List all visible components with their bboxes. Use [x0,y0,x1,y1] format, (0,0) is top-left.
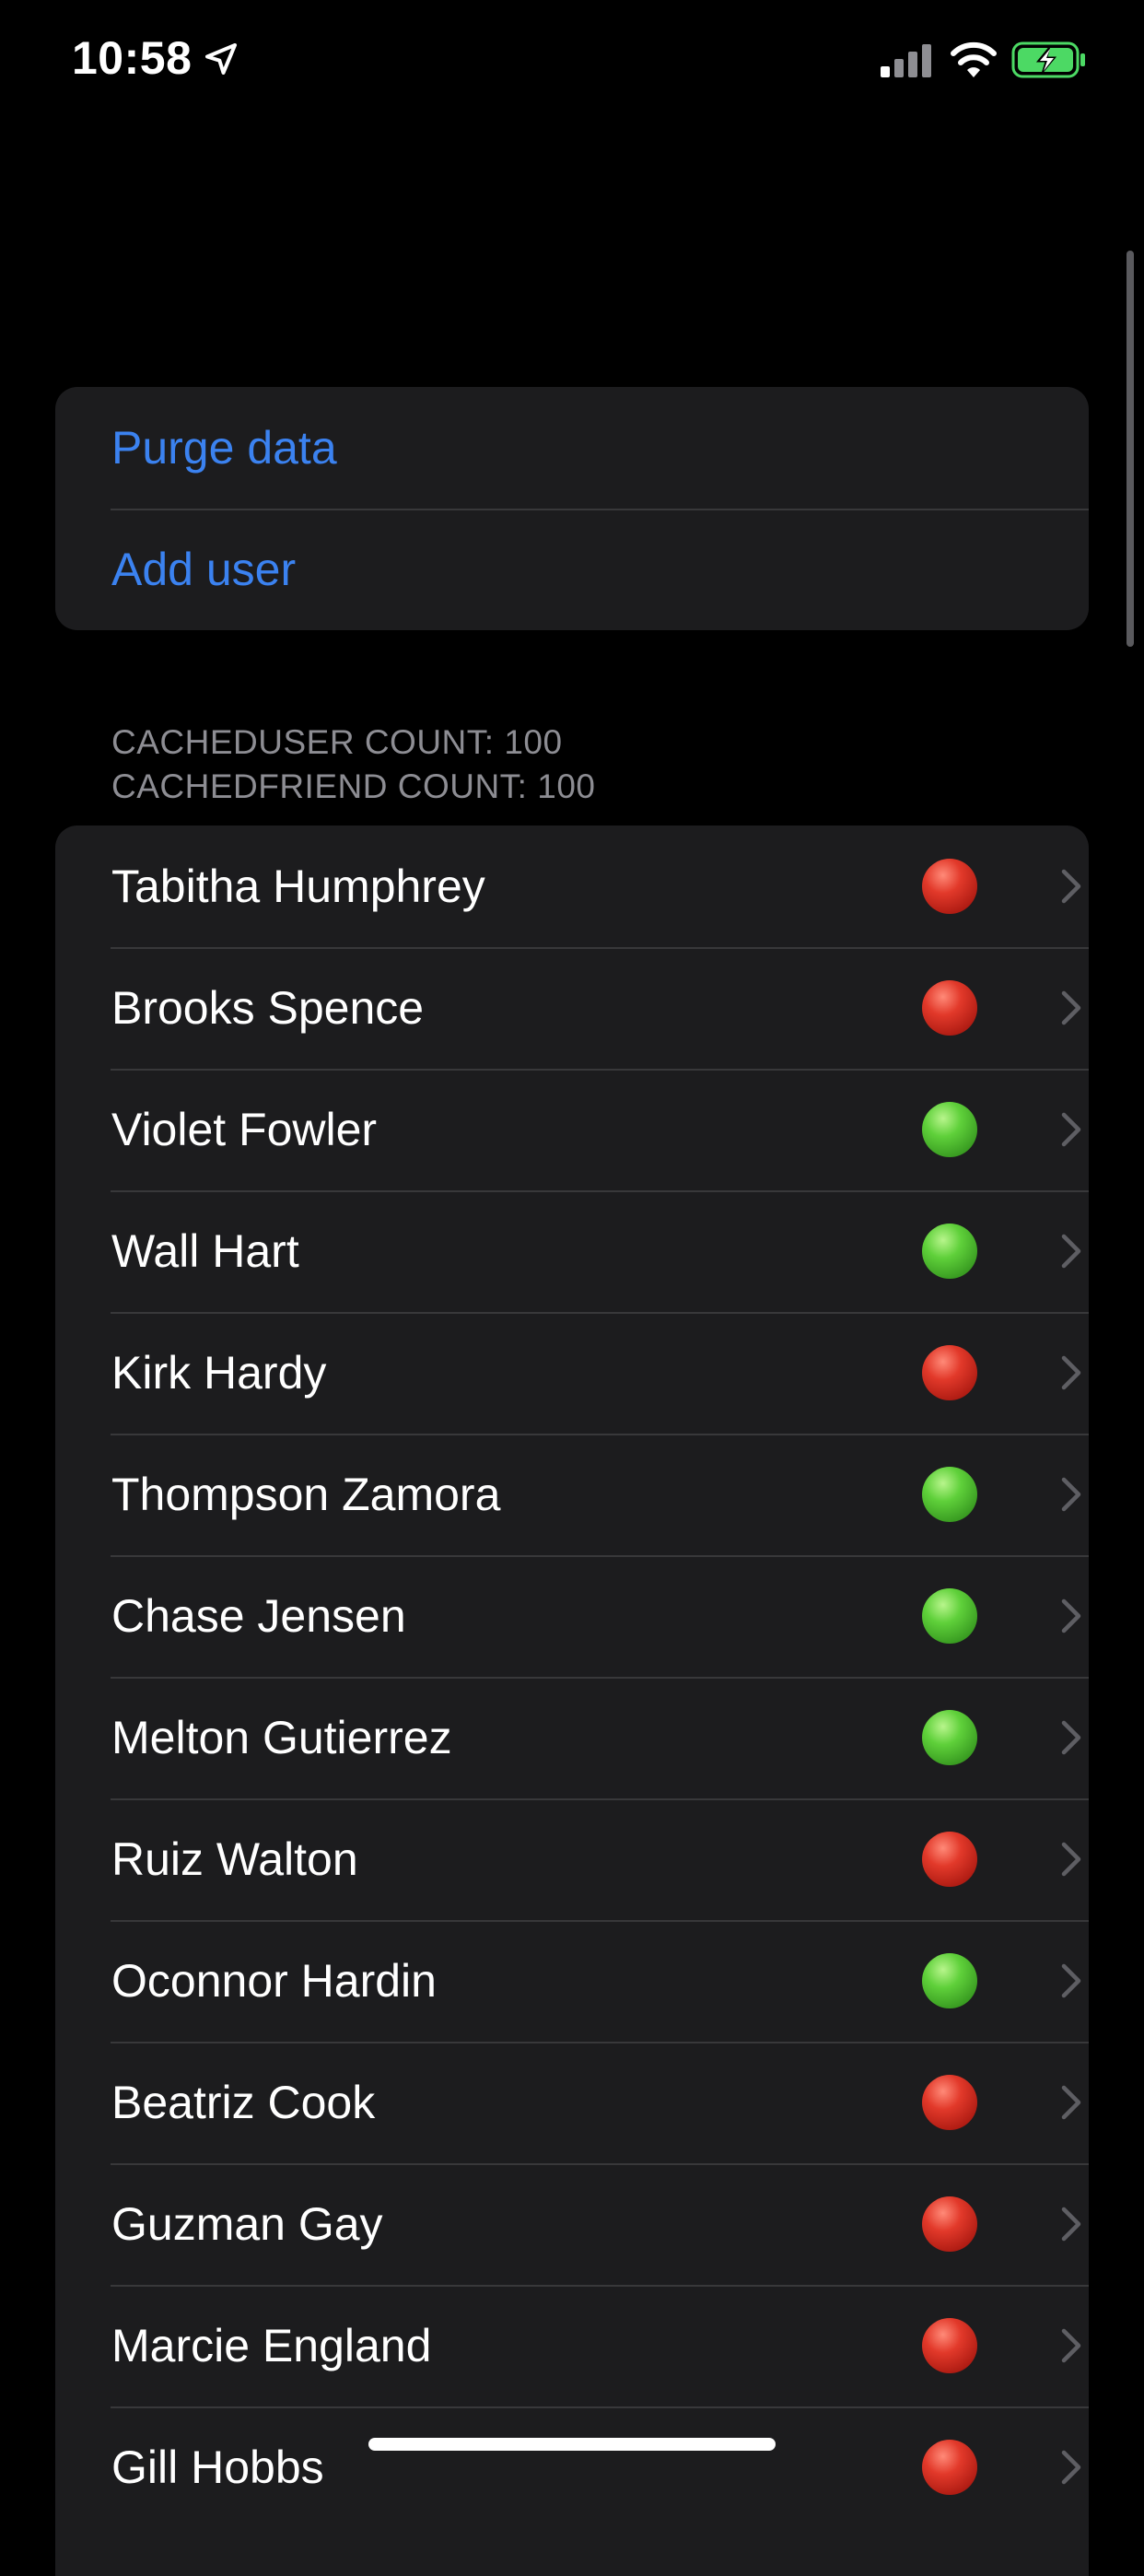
purge-data-label: Purge data [111,422,337,474]
chevron-right-icon [1061,1598,1081,1633]
purge-data-button[interactable]: Purge data [55,387,1089,509]
user-row[interactable]: Marcie England [55,2285,1089,2406]
user-name: Melton Gutierrez [111,1712,452,1763]
cacheduser-count: CACHEDUSER COUNT: 100 [111,723,563,761]
user-row[interactable]: Gill Hobbs [55,2406,1089,2528]
user-row[interactable]: Oconnor Hardin [55,1920,1089,2042]
chevron-right-icon [1061,2207,1081,2242]
chevron-right-icon [1061,1842,1081,1877]
user-name: Beatriz Cook [111,2077,376,2128]
user-row[interactable]: Chase Jensen [55,1555,1089,1677]
status-indicator-red [922,1832,977,1887]
user-name: Ruiz Walton [111,1833,358,1885]
add-user-label: Add user [111,544,297,595]
chevron-right-icon [1061,2450,1081,2485]
user-name: Violet Fowler [111,1104,378,1155]
user-row[interactable]: Kirk Hardy [55,1312,1089,1434]
user-name: Wall Hart [111,1225,299,1277]
status-indicator-green [922,1102,977,1157]
status-bar: 10:58 [0,0,1144,129]
user-name: Brooks Spence [111,982,425,1034]
scroll-indicator[interactable] [1126,251,1134,647]
battery-charging-icon [1011,41,1085,78]
user-name: Tabitha Humphrey [111,861,485,912]
wifi-icon [951,41,997,77]
chevron-right-icon [1061,1234,1081,1269]
user-name: Guzman Gay [111,2198,383,2250]
user-row[interactable]: Tabitha Humphrey [55,825,1089,947]
user-row[interactable]: Wall Hart [55,1190,1089,1312]
user-row[interactable]: Violet Fowler [55,1069,1089,1190]
user-row[interactable]: Ruiz Walton [55,1798,1089,1920]
user-name: Kirk Hardy [111,1347,327,1399]
status-time: 10:58 [72,32,193,84]
status-indicator-green [922,1224,977,1279]
user-row[interactable]: Guzman Gay [55,2163,1089,2285]
cellular-signal-icon [881,44,931,77]
status-indicator-green [922,1588,977,1644]
status-indicator-red [922,859,977,914]
status-indicator-red [922,2075,977,2130]
status-indicator-red [922,980,977,1036]
location-arrow-icon [205,43,237,75]
user-name: Chase Jensen [111,1590,406,1642]
chevron-right-icon [1061,869,1081,904]
user-row[interactable]: Beatriz Cook [55,2042,1089,2163]
status-indicator-red [922,1345,977,1400]
chevron-right-icon [1061,1355,1081,1390]
status-indicator-green [922,1467,977,1522]
status-indicator-red [922,2196,977,2252]
status-indicator-red [922,2440,977,2495]
chevron-right-icon [1061,1963,1081,1998]
chevron-right-icon [1061,1720,1081,1755]
chevron-right-icon [1061,2085,1081,2120]
section-header: CACHEDUSER COUNT: 100 CACHEDFRIEND COUNT… [111,720,595,809]
actions-group: Purge data Add user [55,387,1089,630]
chevron-right-icon [1061,2328,1081,2363]
user-row[interactable]: Melton Gutierrez [55,1677,1089,1798]
user-row[interactable]: Thompson Zamora [55,1434,1089,1555]
status-indicator-red [922,2318,977,2373]
user-list: Tabitha Humphrey Brooks Spence Violet Fowl… [55,825,1089,2576]
chevron-right-icon [1061,1477,1081,1512]
user-name: Oconnor Hardin [111,1955,437,2007]
cachedfriend-count: CACHEDFRIEND COUNT: 100 [111,767,596,805]
home-indicator [368,2438,776,2451]
user-name: Gill Hobbs [111,2441,324,2493]
add-user-button[interactable]: Add user [55,509,1089,630]
user-name: Thompson Zamora [111,1469,501,1520]
status-indicator-green [922,1710,977,1765]
chevron-right-icon [1061,1112,1081,1147]
status-indicator-green [922,1953,977,2008]
user-name: Marcie England [111,2320,432,2371]
user-row[interactable]: Brooks Spence [55,947,1089,1069]
chevron-right-icon [1061,990,1081,1025]
